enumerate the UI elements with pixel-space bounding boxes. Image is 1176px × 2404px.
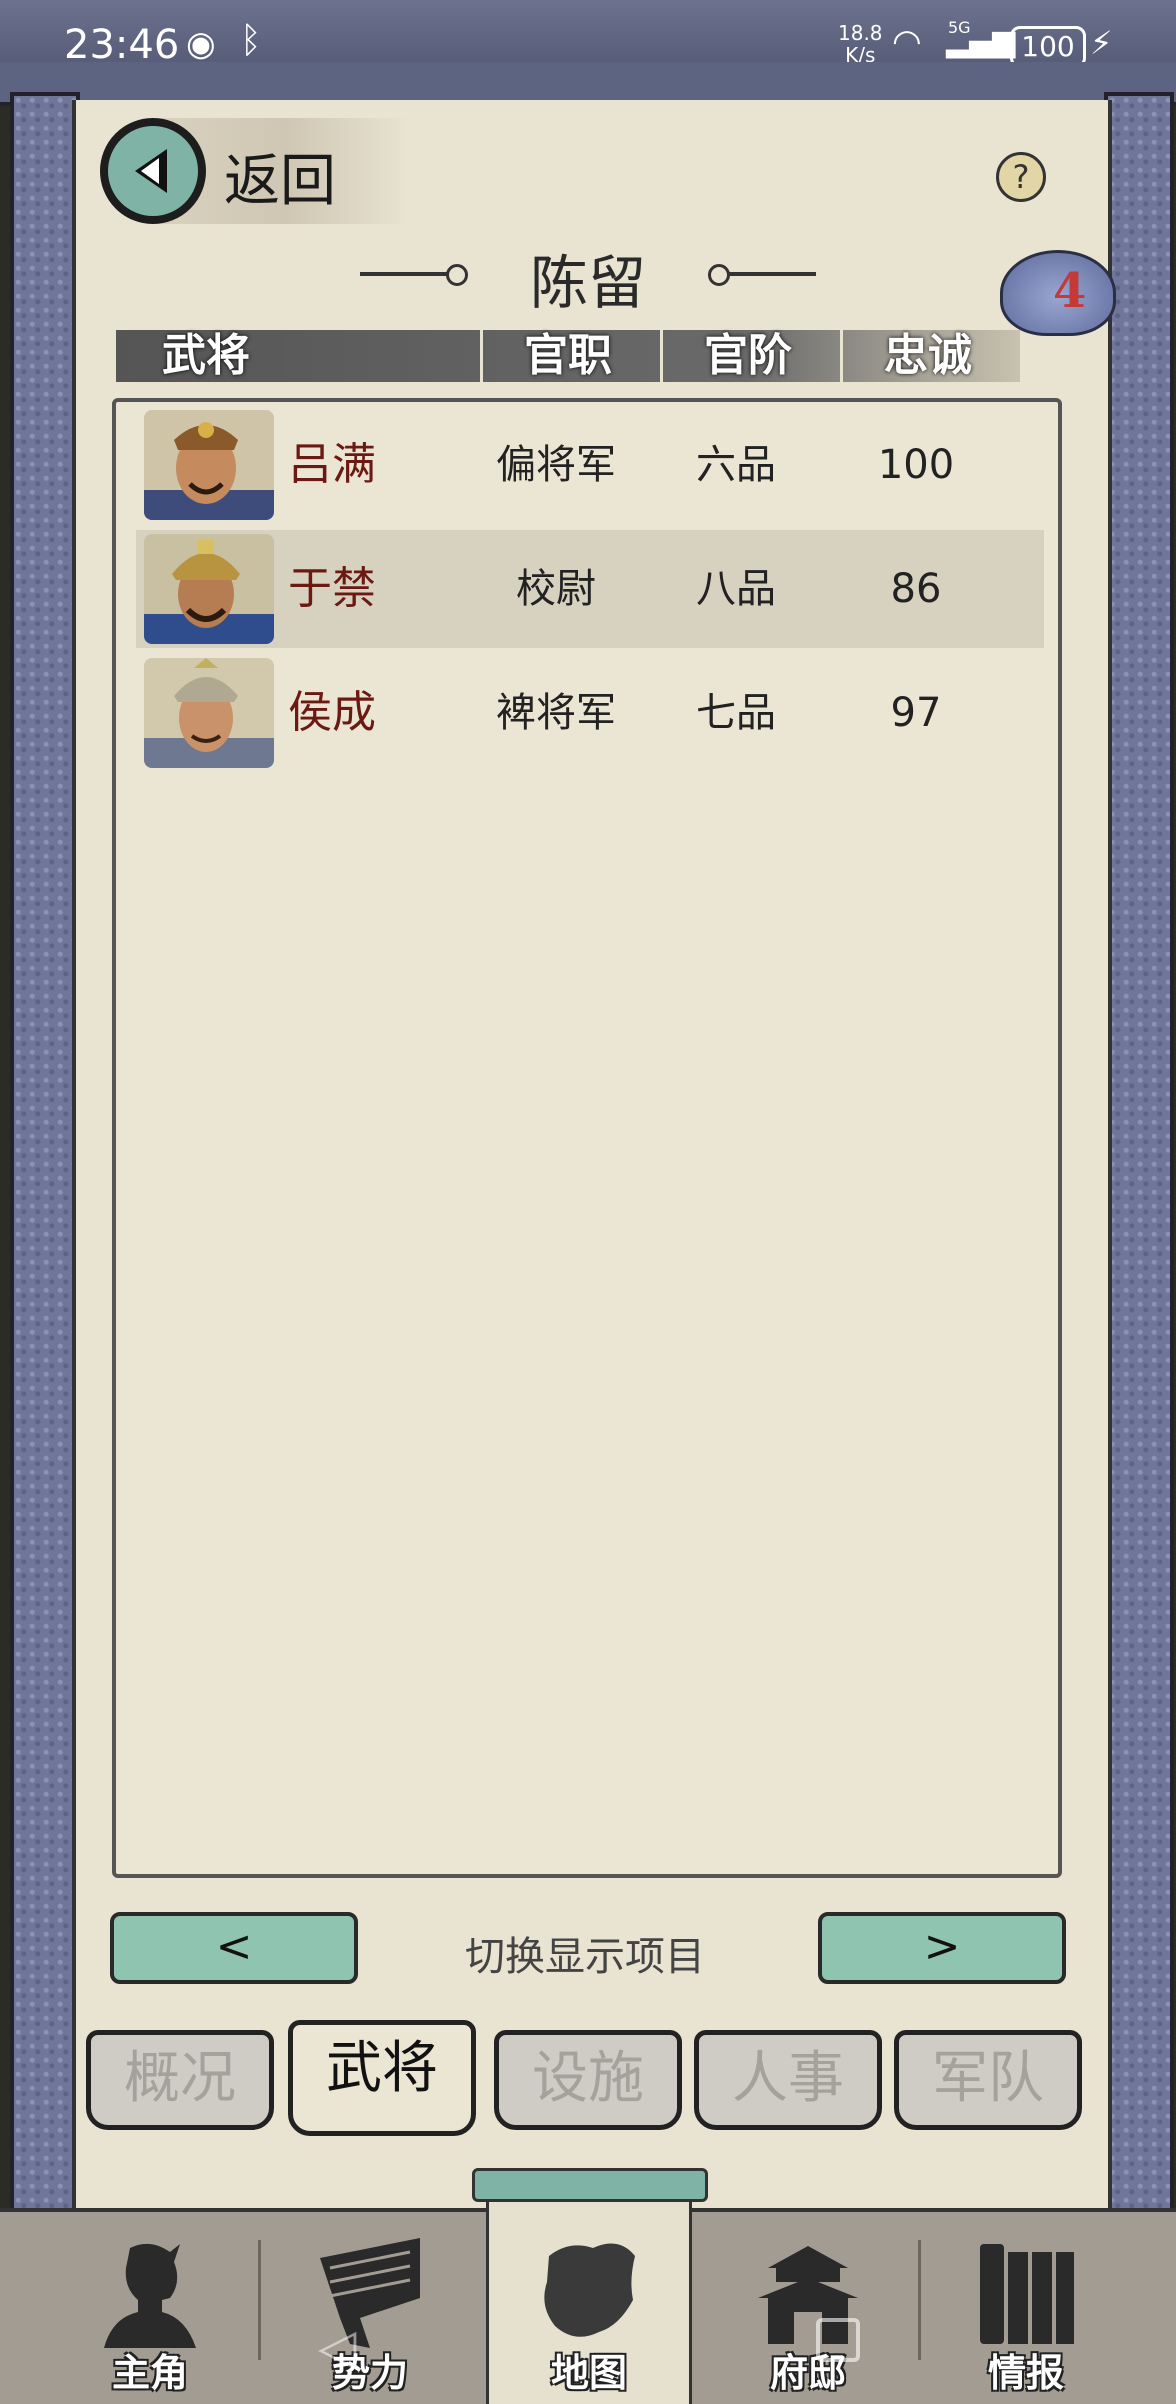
header-loyalty[interactable]: 忠诚: [884, 330, 972, 382]
tab-personnel[interactable]: 人事: [694, 2030, 882, 2130]
general-rank: 七品: [696, 690, 776, 736]
general-portrait: [144, 658, 274, 768]
eye-icon: ◉: [186, 24, 216, 64]
net-speed-value: 18.8: [838, 21, 883, 45]
tab-army[interactable]: 军队: [894, 2030, 1082, 2130]
nav-faction-label: 势力: [331, 2350, 408, 2395]
tab-overview[interactable]: 概况: [86, 2030, 274, 2130]
general-portrait: [144, 534, 274, 644]
system-home-icon[interactable]: [816, 2318, 860, 2362]
general-loyalty: 97: [890, 690, 942, 736]
general-loyalty: 86: [890, 566, 942, 612]
nav-intel[interactable]: 情报: [926, 2212, 1126, 2404]
next-page-button[interactable]: >: [818, 1912, 1066, 1984]
nav-divider: [258, 2240, 261, 2360]
back-label: 返回: [224, 149, 336, 214]
nav-divider: [918, 2240, 921, 2360]
general-name: 侯成: [288, 687, 376, 738]
general-portrait: [144, 410, 274, 520]
nav-map-label: 地图: [550, 2350, 627, 2395]
nav-faction[interactable]: 势力: [270, 2212, 470, 2404]
general-rank: 六品: [696, 442, 776, 488]
charging-icon: ⚡: [1090, 24, 1113, 62]
bluetooth-icon: ᛒ: [240, 20, 262, 61]
cloud-badge[interactable]: 4: [1000, 250, 1116, 336]
help-icon[interactable]: ?: [996, 152, 1046, 202]
tab-generals[interactable]: 武将: [288, 2020, 476, 2136]
header-post[interactable]: 官职: [524, 330, 612, 382]
general-rank: 八品: [696, 566, 776, 612]
general-name: 于禁: [288, 563, 376, 614]
general-post: 裨将军: [496, 690, 616, 736]
table-row[interactable]: 于禁 校尉 八品 86: [136, 530, 1044, 648]
network-speed: 18.8 K/s: [838, 22, 883, 66]
table-header: 武将 官职 官阶 忠诚: [116, 330, 1020, 382]
nav-intel-label: 情报: [987, 2350, 1064, 2395]
signal-icon: 5G ▂▄▆: [946, 18, 1016, 59]
table-row[interactable]: 侯成 裨将军 七品 97: [136, 654, 1044, 772]
bottom-nav: 主角 势力 地图 府邸 情报: [0, 2192, 1176, 2404]
switch-display-label: 切换显示项目: [465, 1934, 705, 1980]
nav-mansion[interactable]: 府邸: [708, 2212, 908, 2404]
general-post: 偏将军: [496, 442, 616, 488]
table-row[interactable]: 吕满 偏将军 六品 100: [136, 406, 1044, 524]
header-general[interactable]: 武将: [162, 330, 250, 382]
general-loyalty: 100: [877, 442, 955, 488]
back-arrow-icon: [100, 118, 206, 224]
general-post: 校尉: [516, 566, 596, 612]
tab-facilities[interactable]: 设施: [494, 2030, 682, 2130]
title-ornament-right: [708, 264, 816, 286]
header-rank[interactable]: 官阶: [704, 330, 792, 382]
nav-mansion-label: 府邸: [769, 2350, 846, 2395]
prev-page-button[interactable]: <: [110, 1912, 358, 1984]
system-back-icon[interactable]: ◁: [318, 2318, 356, 2376]
header-divider: [480, 330, 483, 382]
signal-label: 5G: [948, 18, 971, 37]
wifi-icon: ◠: [892, 22, 922, 62]
scroll-icon: [980, 2244, 1074, 2344]
general-name: 吕满: [288, 439, 376, 490]
scroll-right-border: [1104, 92, 1174, 2220]
header-divider: [840, 330, 843, 382]
header-divider: [660, 330, 663, 382]
back-button[interactable]: 返回: [100, 118, 410, 224]
scroll-left-border: [10, 92, 80, 2220]
nav-scroll-roller: [472, 2168, 708, 2202]
nav-hero-label: 主角: [111, 2350, 188, 2395]
general-list: 吕满 偏将军 六品 100 于禁 校尉 八品 86 侯成 裨将军 七品 97: [112, 398, 1062, 1878]
badge-count: 4: [1053, 263, 1087, 319]
nav-map[interactable]: 地图: [486, 2192, 692, 2404]
hero-icon: [104, 2243, 196, 2348]
map-icon: [544, 2243, 635, 2337]
nav-hero[interactable]: 主角: [50, 2212, 250, 2404]
